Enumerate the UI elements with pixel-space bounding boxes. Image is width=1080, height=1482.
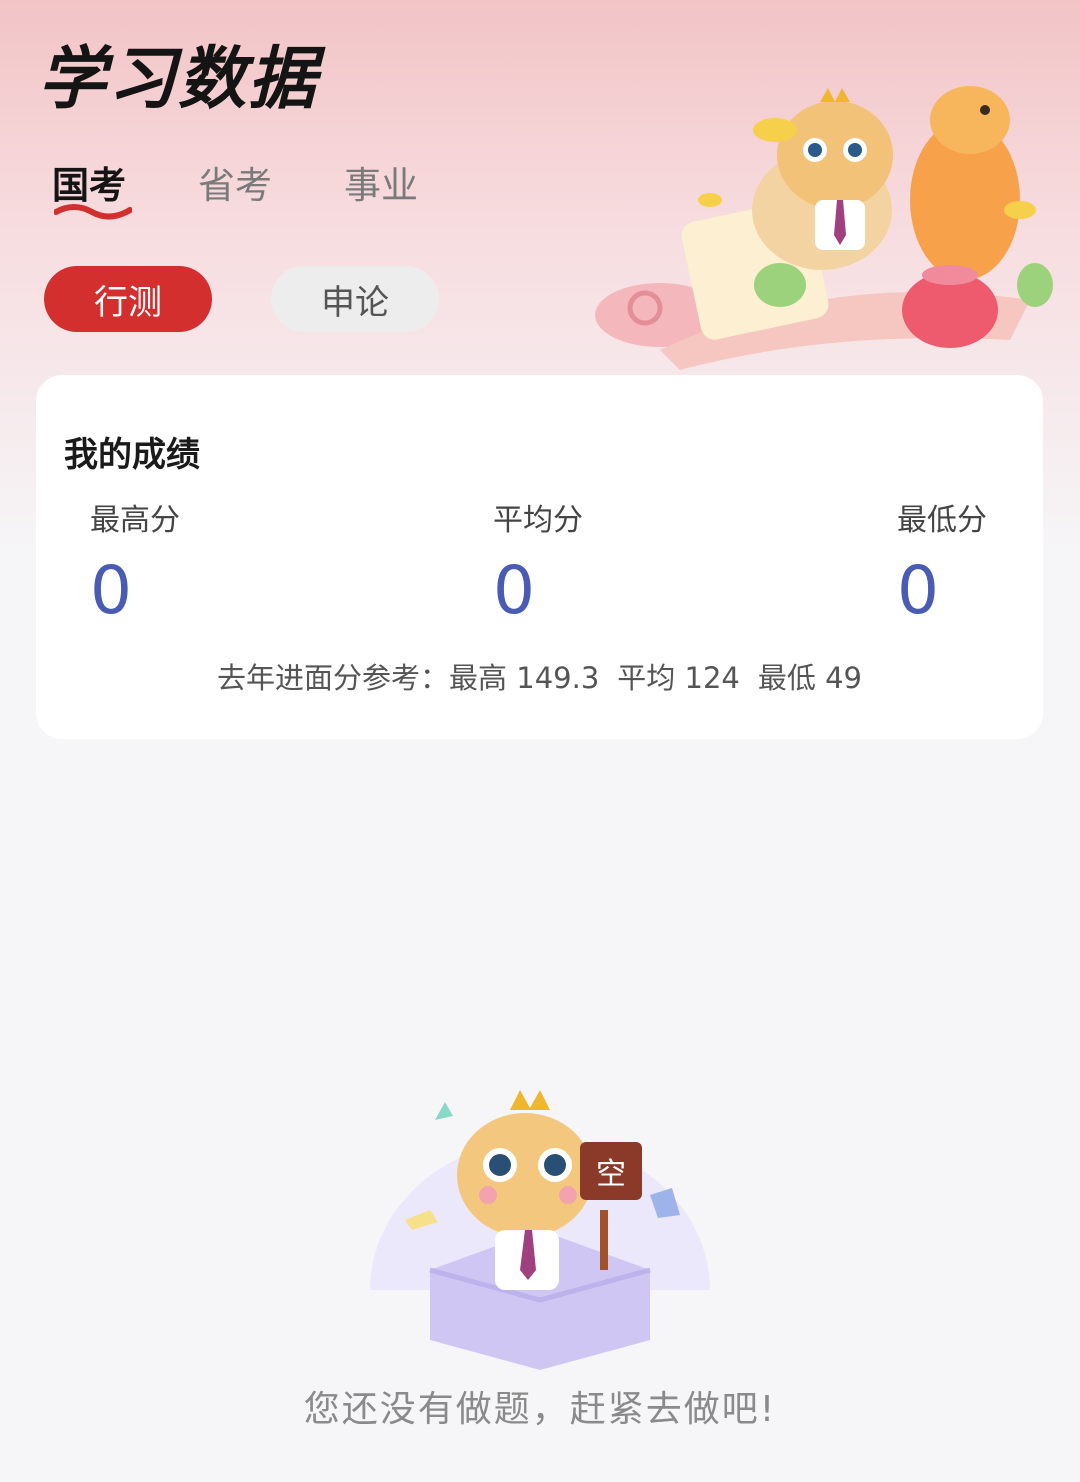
reference-scores: 去年进面分参考：最高 149.3 平均 124 最低 49 [36,655,1043,697]
reference-average: 平均 124 [617,661,740,695]
stat-value: 0 [90,552,132,629]
subject-toggle: 行测 申论 [44,266,439,332]
score-card: 我的成绩 最高分 0 平均分 0 最低分 0 去年进面分参考：最高 149.3 平… [36,375,1043,739]
stat-average: 平均分 0 [493,501,583,631]
reference-highest: 最高 149.3 [449,661,600,695]
stat-highest: 最高分 0 [90,501,180,631]
subject-button-xingce[interactable]: 行测 [44,266,212,332]
stat-value: 0 [493,552,535,629]
stat-value: 0 [897,552,939,629]
page-title: 学习数据 [38,40,319,119]
stat-label: 平均分 [493,503,583,538]
tab-label: 省考 [198,164,272,207]
leopard-head [777,101,893,209]
tab-label: 事业 [344,164,418,207]
tab-shiye[interactable]: 事业 [344,160,418,212]
empty-sign-text: 空 [596,1157,626,1192]
subject-button-shenlun[interactable]: 申论 [271,266,439,332]
empty-state-message: 您还没有做题，赶紧去做吧! [303,1389,777,1430]
tab-guokao[interactable]: 国考 [52,160,132,220]
stat-label: 最高分 [90,503,180,538]
stat-lowest: 最低分 0 [897,501,987,631]
tab-label: 国考 [52,164,126,207]
tab-shengkao[interactable]: 省考 [198,160,272,212]
stat-label: 最低分 [897,503,987,538]
mascot-banner-illustration [595,86,1053,370]
empty-state-illustration: 空 [370,1090,710,1370]
exam-tabs: 国考 省考 事业 [52,160,418,220]
card-title: 我的成绩 [64,435,200,475]
mascot-head [457,1113,593,1237]
reference-lowest: 最低 49 [757,661,862,695]
reference-prefix: 去年进面分参考： [217,661,450,695]
